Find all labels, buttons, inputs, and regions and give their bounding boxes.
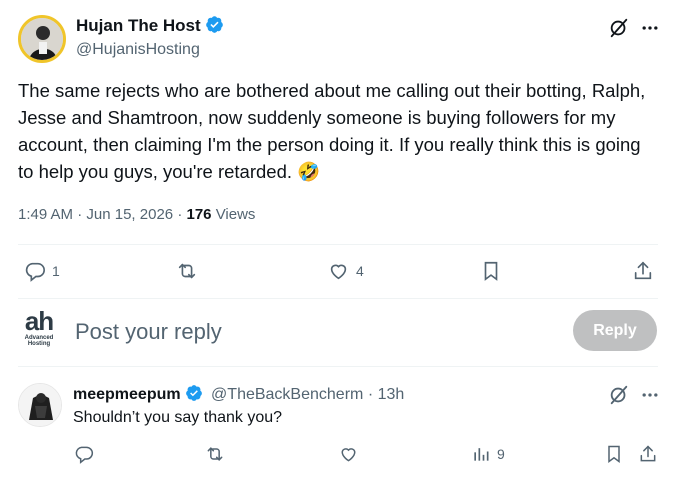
reply-author-name[interactable]: meepmeepum <box>73 386 181 403</box>
views-icon <box>474 448 489 461</box>
retweet-action[interactable] <box>204 444 226 464</box>
share-icon <box>640 445 656 462</box>
bookmark-icon <box>608 445 620 463</box>
share-action[interactable] <box>638 444 658 464</box>
like-icon <box>341 448 356 462</box>
views-label: Views <box>215 206 256 223</box>
tweet-text: The same rejects who are bothered about … <box>18 80 646 182</box>
more-icon[interactable] <box>640 18 660 43</box>
retweet-icon <box>207 447 223 461</box>
like-count: 4 <box>356 263 364 279</box>
reply-author-avatar[interactable] <box>18 383 62 427</box>
composer-avatar: ah Advanced Hosting <box>18 308 60 350</box>
reply-author-handle[interactable]: @TheBackBencherm <box>211 386 363 403</box>
reply-views-count: 9 <box>497 446 505 462</box>
grok-icon[interactable] <box>608 17 630 44</box>
reply-count: 1 <box>52 263 60 279</box>
reply-input[interactable]: Post your reply <box>75 319 222 345</box>
like-action[interactable] <box>338 444 359 464</box>
author-avatar[interactable] <box>18 15 66 63</box>
meta-separator: · <box>77 206 83 223</box>
bookmark-action[interactable] <box>604 444 624 464</box>
tweet-meta: 1:49 AM · Jun 15, 2026 · 176 Views <box>18 206 255 223</box>
bookmark-icon <box>484 261 498 281</box>
advanced-hosting-logo: ah <box>24 306 54 336</box>
bookmark-action[interactable] <box>480 260 502 282</box>
views-count: 176 <box>186 206 212 223</box>
reply-separator: · <box>367 386 374 403</box>
like-action[interactable]: 4 <box>327 260 364 282</box>
author-handle[interactable]: @HujanisHosting <box>76 41 224 59</box>
like-icon <box>330 264 347 280</box>
share-action[interactable] <box>632 260 654 282</box>
reply-icon <box>25 262 45 282</box>
tweet-time[interactable]: 1:49 AM <box>18 206 73 223</box>
reply-text: Shouldn’t you say thank you? <box>73 409 283 426</box>
grok-icon[interactable] <box>608 384 630 411</box>
reply-action[interactable]: 1 <box>24 260 60 282</box>
more-icon[interactable] <box>640 385 660 410</box>
verified-badge-icon <box>185 384 203 407</box>
author-name[interactable]: Hujan The Host <box>76 16 201 35</box>
retweet-action[interactable] <box>175 260 199 282</box>
views-action[interactable]: 9 <box>471 444 505 464</box>
reply-icon <box>75 446 94 464</box>
retweet-icon <box>178 263 196 279</box>
tweet-date[interactable]: Jun 15, 2026 <box>86 206 173 223</box>
share-icon <box>634 261 652 280</box>
meta-separator: · <box>177 206 183 223</box>
reply-button[interactable]: Reply <box>573 310 657 351</box>
advanced-hosting-logo-subtext: Advanced Hosting <box>24 335 54 347</box>
reply-action[interactable] <box>74 444 94 464</box>
reply-time[interactable]: 13h <box>378 386 405 403</box>
verified-badge-icon <box>205 15 224 39</box>
